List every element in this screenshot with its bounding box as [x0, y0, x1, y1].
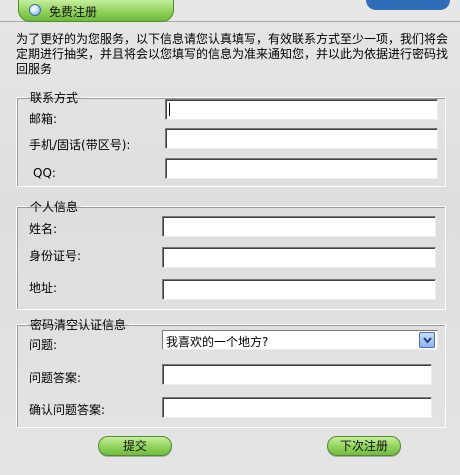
name-label: 姓名:: [29, 222, 58, 236]
window-corner-decoration: [366, 0, 450, 10]
email-input[interactable]: [165, 99, 438, 120]
chevron-down-icon[interactable]: [419, 332, 435, 348]
title-bar: 免费注册: [0, 0, 460, 22]
tab-free-registration[interactable]: 免费注册: [18, 0, 174, 22]
security-question-value: 我喜欢的一个地方?: [166, 335, 269, 349]
name-input[interactable]: [162, 216, 436, 237]
email-label: 邮箱:: [29, 112, 58, 126]
security-question-select[interactable]: 我喜欢的一个地方?: [162, 330, 438, 350]
tab-label: 免费注册: [49, 5, 98, 19]
address-label: 地址:: [29, 281, 58, 295]
globe-icon: [29, 4, 41, 16]
answer-input[interactable]: [162, 364, 432, 385]
phone-label: 手机/固话(带区号):: [29, 138, 131, 152]
registration-window: 免费注册 为了更好的为您服务，以下信息请您认真填写，有效联系方式至少一项，我们将…: [0, 0, 460, 475]
qq-label: QQ:: [33, 166, 56, 180]
id-number-input[interactable]: [162, 247, 436, 268]
contact-legend: 联系方式: [30, 91, 79, 105]
phone-input[interactable]: [165, 128, 438, 149]
password-legend: 密码清空认证信息: [30, 318, 127, 332]
address-input[interactable]: [162, 279, 436, 300]
register-later-button[interactable]: 下次注册: [327, 436, 401, 456]
text-caret: [169, 103, 170, 116]
personal-legend: 个人信息: [30, 200, 79, 214]
confirm-answer-label: 确认问题答案:: [29, 403, 106, 417]
intro-text: 为了更好的为您服务，以下信息请您认真填写，有效联系方式至少一项，我们将会定期进行…: [16, 32, 449, 76]
answer-label: 问题答案:: [29, 371, 82, 385]
qq-input[interactable]: [165, 158, 438, 179]
confirm-answer-input[interactable]: [162, 397, 432, 418]
id-number-label: 身份证号:: [29, 249, 82, 263]
question-label: 问题:: [29, 338, 58, 352]
submit-button[interactable]: 提交: [98, 436, 172, 456]
